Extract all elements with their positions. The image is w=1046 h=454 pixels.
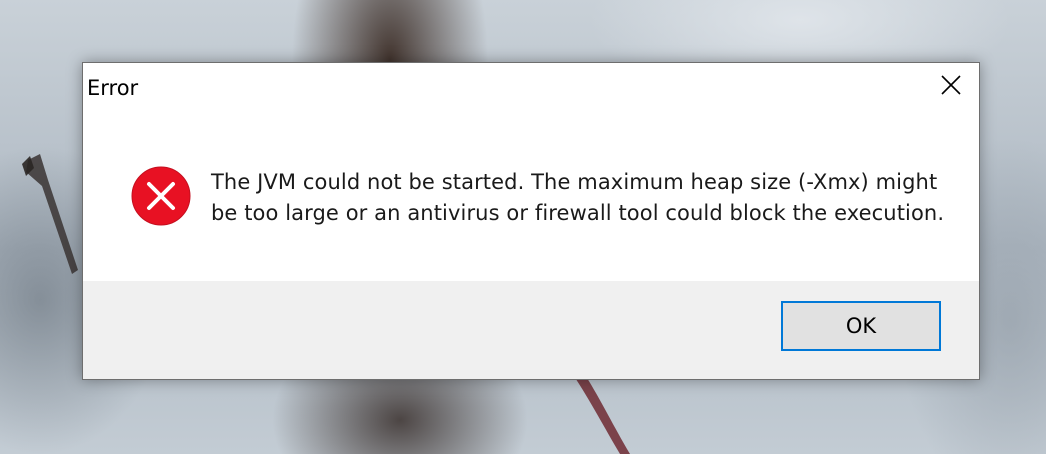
error-message-line-1: The JVM could not be started. The maximu… (211, 170, 938, 194)
red-strap-image (570, 370, 630, 454)
error-icon (131, 166, 191, 226)
dialog-title: Error (87, 76, 139, 100)
title-bar: Error (83, 63, 979, 111)
close-button[interactable] (923, 63, 979, 107)
error-message-line-2: be too large or an antivirus or firewall… (211, 201, 945, 225)
button-bar: OK (83, 281, 979, 379)
close-icon (941, 75, 961, 95)
error-dialog: Error The JVM could not be started. The … (82, 62, 980, 380)
error-message: The JVM could not be started. The maximu… (211, 167, 951, 229)
dialog-content: The JVM could not be started. The maximu… (83, 111, 979, 281)
ok-button[interactable]: OK (781, 301, 941, 351)
